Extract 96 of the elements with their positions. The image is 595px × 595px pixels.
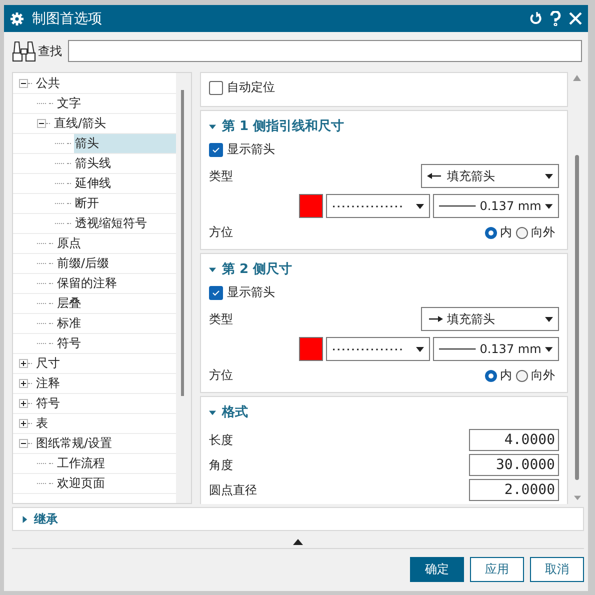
- radio-button[interactable]: [485, 226, 497, 238]
- collapse-icon[interactable]: [37, 119, 46, 128]
- checkbox[interactable]: 自动定位: [209, 79, 275, 96]
- section-header[interactable]: 第 1 侧指引线和尺寸: [209, 117, 344, 135]
- search-field[interactable]: [68, 40, 582, 62]
- collapse-icon[interactable]: [19, 79, 28, 88]
- radio-button[interactable]: [485, 370, 497, 382]
- dialog-button[interactable]: 取消: [530, 557, 584, 582]
- tree-item[interactable]: 图纸常规/设置: [35, 434, 176, 453]
- solid-line-icon: [439, 205, 476, 207]
- scroll-down-icon: [574, 494, 580, 501]
- checkbox-box[interactable]: [209, 80, 223, 94]
- field-label: 圆点直径: [209, 482, 257, 498]
- tree-item[interactable]: 欢迎页面: [56, 474, 176, 493]
- caret-icon: [545, 316, 553, 322]
- checkbox-box[interactable]: [209, 142, 223, 156]
- tree-item[interactable]: 保留的注释: [56, 274, 176, 293]
- field-label: 长度: [209, 432, 233, 448]
- tree-item[interactable]: 箭头: [74, 134, 176, 153]
- dialog-button[interactable]: 确定: [410, 557, 464, 582]
- caret-icon: [416, 204, 424, 208]
- tree-item[interactable]: 前缀/后缀: [56, 254, 176, 273]
- caret-icon: [545, 174, 553, 178]
- settings-icon: [10, 12, 24, 26]
- line-style-dropdown[interactable]: [326, 337, 430, 361]
- window-title: 制图首选项: [32, 10, 103, 28]
- radio-button[interactable]: [516, 370, 528, 382]
- close-icon[interactable]: [569, 12, 582, 25]
- expand-icon[interactable]: [19, 399, 28, 408]
- inherit-section-header[interactable]: 继承: [12, 507, 584, 531]
- field-label: 类型: [209, 310, 233, 328]
- caret-icon: [209, 266, 216, 272]
- arrow-icon: [427, 172, 443, 180]
- caret-icon: [21, 516, 28, 522]
- help-icon[interactable]: [550, 11, 561, 26]
- tree-item[interactable]: 工作流程: [56, 454, 176, 473]
- section-header[interactable]: 第 2 侧尺寸: [209, 260, 292, 278]
- tree-item[interactable]: 标准: [56, 314, 176, 333]
- color-swatch[interactable]: [299, 337, 323, 361]
- arrow-icon: [427, 315, 443, 323]
- tree-item[interactable]: 尺寸: [35, 354, 176, 373]
- tree-item[interactable]: 断开: [74, 194, 176, 213]
- dotted-line-icon: [332, 348, 402, 350]
- radio-label: 向外: [531, 224, 555, 241]
- tree-item[interactable]: 原点: [56, 234, 176, 253]
- number-field[interactable]: 4.0000: [469, 429, 559, 451]
- arrow-type-dropdown[interactable]: 填充箭头: [421, 307, 559, 331]
- field-label: 方位: [209, 367, 233, 384]
- tree-item[interactable]: 注释: [35, 374, 176, 393]
- tree-item[interactable]: 表: [35, 414, 176, 433]
- checkbox-box[interactable]: [209, 286, 223, 300]
- binoculars-icon: [12, 39, 36, 63]
- tree-item[interactable]: 箭头线: [74, 154, 176, 173]
- reset-icon[interactable]: [529, 12, 542, 25]
- line-style-dropdown[interactable]: [326, 194, 430, 218]
- expand-icon[interactable]: [19, 359, 28, 368]
- scrollbar-thumb[interactable]: [575, 155, 579, 480]
- caret-icon: [209, 122, 216, 130]
- checkbox-label: 显示箭头: [227, 284, 275, 301]
- tree-item[interactable]: 层叠: [56, 294, 176, 313]
- number-field[interactable]: 30.0000: [469, 454, 559, 476]
- line-width-dropdown[interactable]: 0.137 mm: [433, 337, 559, 361]
- radio-label: 向外: [531, 367, 555, 384]
- section-header[interactable]: 格式: [209, 403, 248, 421]
- radio-label: 内: [500, 367, 512, 384]
- dotted-line-icon: [332, 204, 402, 208]
- checkbox-label: 显示箭头: [227, 141, 275, 158]
- number-field[interactable]: 2.0000: [469, 479, 559, 501]
- caret-icon: [209, 408, 216, 416]
- expand-up-icon[interactable]: [293, 539, 303, 545]
- tree-item[interactable]: 文字: [56, 94, 176, 113]
- tree-item[interactable]: 透视缩短符号: [74, 214, 176, 233]
- scrollbar-thumb[interactable]: [181, 90, 184, 396]
- solid-line-icon: [439, 348, 476, 350]
- collapse-icon[interactable]: [19, 439, 28, 448]
- tree-item[interactable]: 公共: [35, 74, 176, 93]
- dialog-button[interactable]: 应用: [470, 557, 524, 582]
- field-label: 方位: [209, 224, 233, 241]
- line-width-dropdown[interactable]: 0.137 mm: [433, 194, 559, 218]
- search-label: 查找: [38, 42, 62, 60]
- caret-icon: [416, 346, 424, 352]
- expand-icon[interactable]: [19, 419, 28, 428]
- expand-icon[interactable]: [19, 379, 28, 388]
- arrow-type-dropdown[interactable]: 填充箭头: [421, 164, 559, 188]
- field-label: 类型: [209, 168, 233, 184]
- field-label: 角度: [209, 456, 233, 474]
- tree-item[interactable]: 符号: [35, 394, 176, 413]
- tree-item[interactable]: 符号: [56, 334, 176, 353]
- tree-item[interactable]: 直线/箭头: [53, 114, 176, 133]
- caret-icon: [545, 346, 553, 352]
- color-swatch[interactable]: [299, 194, 323, 218]
- caret-icon: [545, 204, 553, 208]
- tree-item[interactable]: 延伸线: [74, 174, 176, 193]
- radio-label: 内: [500, 224, 512, 241]
- checkbox-label: 自动定位: [227, 79, 275, 96]
- radio-button[interactable]: [516, 226, 528, 238]
